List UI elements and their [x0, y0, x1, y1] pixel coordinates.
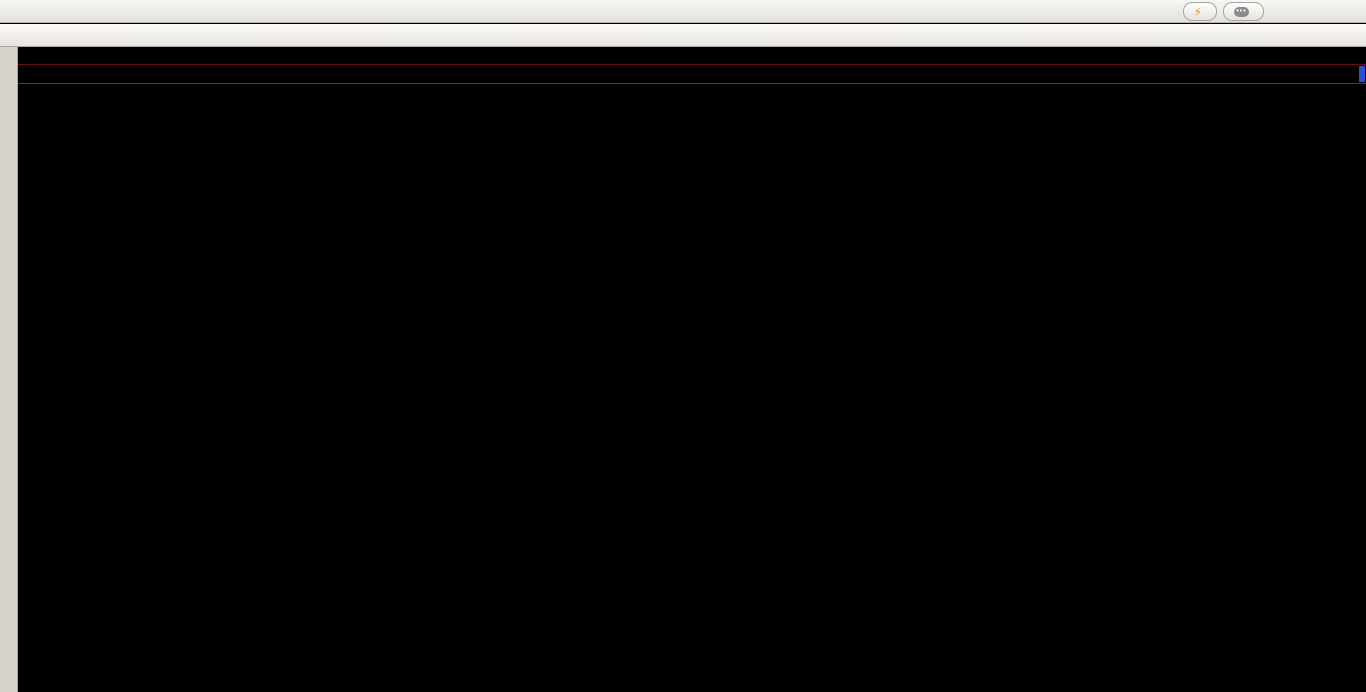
content [0, 47, 1366, 692]
trade-button[interactable]: ⚡ [1183, 2, 1217, 21]
sidebar [0, 47, 18, 692]
forum-button[interactable]: ••• [1223, 2, 1264, 21]
price-chart-svg[interactable] [18, 84, 1366, 692]
chat-bubble-icon: ••• [1234, 7, 1249, 17]
crosshair-price-badge [1359, 66, 1365, 82]
title-menu-bar: ⚡ ••• [0, 0, 1366, 23]
quote-info-bar [18, 47, 1366, 65]
lightning-icon: ⚡ [1194, 5, 1202, 19]
header-buttons: ⚡ ••• [1183, 2, 1264, 21]
chart-main-area [18, 47, 1366, 692]
indicator-legend-row [18, 65, 1366, 84]
app-window: ⚡ ••• [0, 0, 1366, 692]
toolbar [0, 24, 1366, 47]
